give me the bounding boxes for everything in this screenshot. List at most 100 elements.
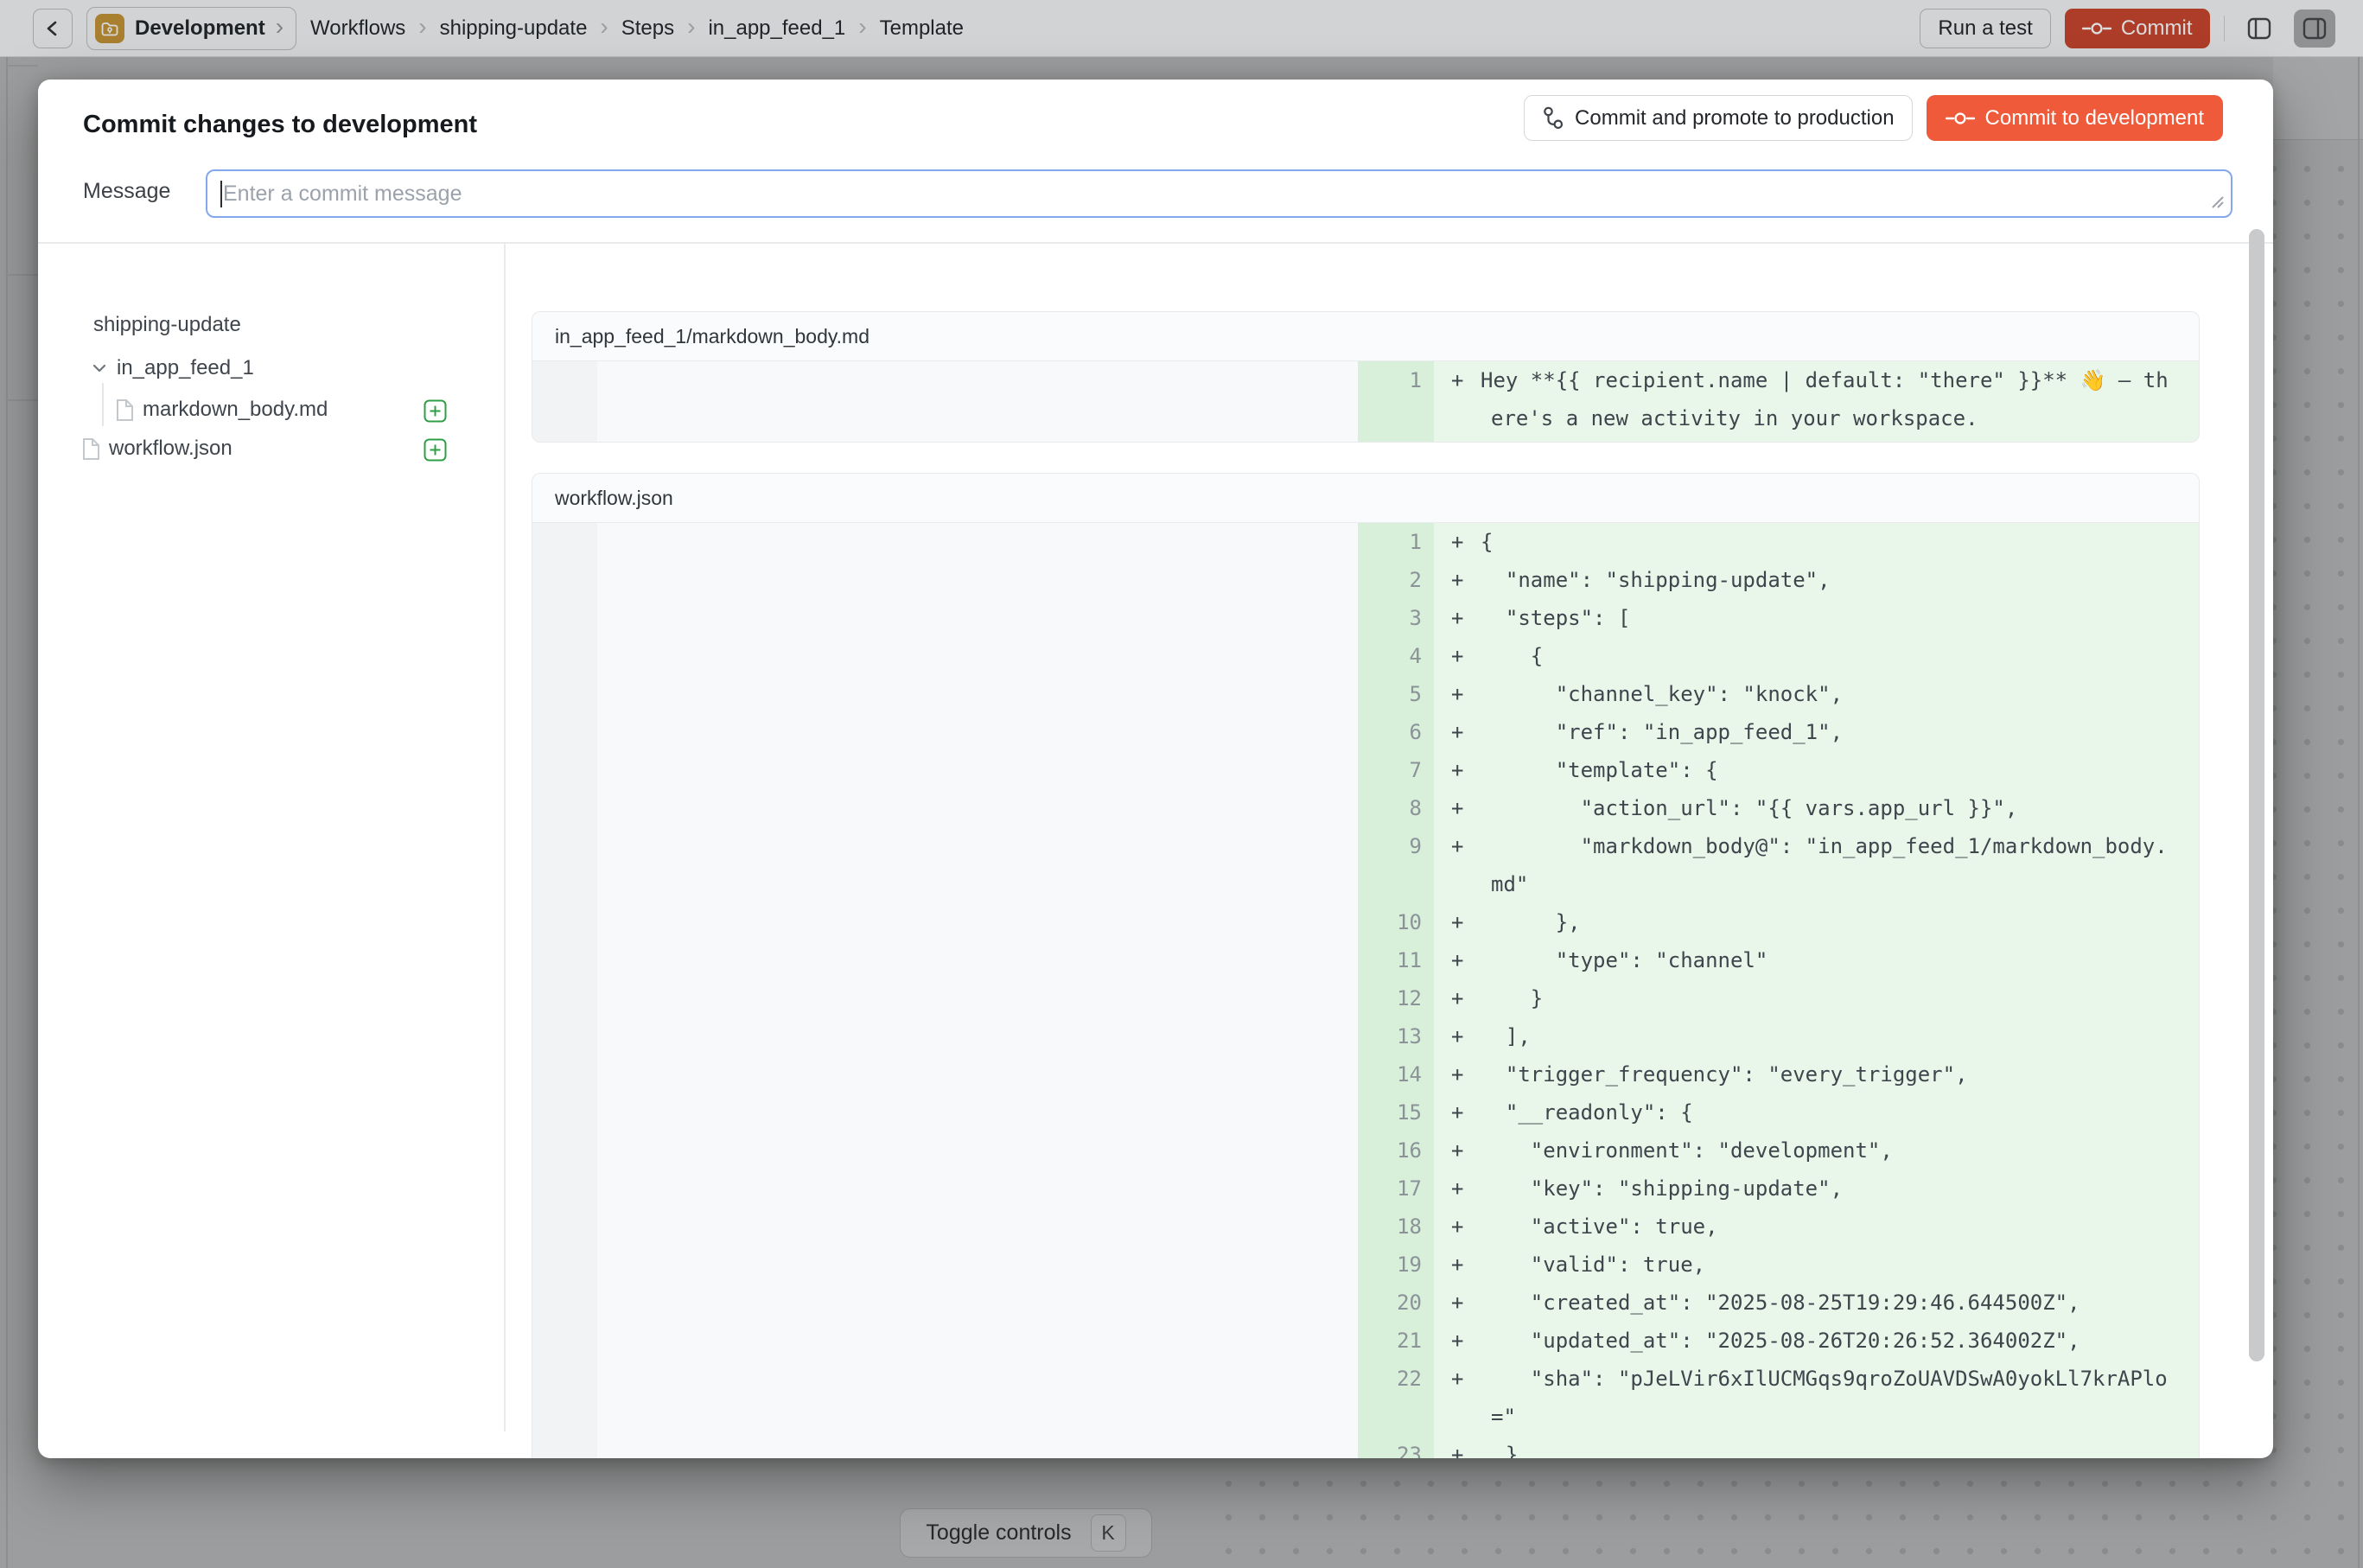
modal-scrollbar-thumb[interactable] xyxy=(2249,229,2264,1361)
diff-plus-marker: + xyxy=(1451,1360,1481,1398)
diff-added-content: + "type": "channel" xyxy=(1434,941,2199,979)
diff-added-content: + "valid": true, xyxy=(1434,1246,2199,1284)
diff-line-number: 16 xyxy=(1358,1131,1434,1170)
diff-line-text: + "name": "shipping-update", xyxy=(1451,561,2190,599)
diff-added-content: + "channel_key": "knock", xyxy=(1434,675,2199,713)
breadcrumb-item[interactable]: Template xyxy=(880,16,964,41)
diff-line: 9+ "markdown_body@": "in_app_feed_1/mark… xyxy=(532,827,2199,903)
commit-message-input[interactable] xyxy=(206,169,2232,218)
diff-line-number: 3 xyxy=(1358,599,1434,637)
background-right-panel-border xyxy=(2358,57,2360,1568)
diff-line: 18+ "active": true, xyxy=(532,1208,2199,1246)
diff-plus-marker: + xyxy=(1451,751,1481,789)
diff-line-text: + } xyxy=(1451,979,2190,1017)
diff-line: 13+ ], xyxy=(532,1017,2199,1055)
diff-line: 8+ "action_url": "{{ vars.app_url }}", xyxy=(532,789,2199,827)
diff-added-content: + { xyxy=(1434,637,2199,675)
diff-line-text: + "updated_at": "2025-08-26T20:26:52.364… xyxy=(1451,1322,2190,1360)
background-left-panel-border xyxy=(6,57,8,1568)
diff-line-text: + "environment": "development", xyxy=(1451,1131,2190,1170)
diff-line-number: 5 xyxy=(1358,675,1434,713)
diff-old-gutter xyxy=(532,1170,597,1208)
diff-line-number: 13 xyxy=(1358,1017,1434,1055)
diff-plus-marker: + xyxy=(1451,713,1481,751)
commit-to-development-button[interactable]: Commit to development xyxy=(1927,95,2223,141)
diff-line-text: + { xyxy=(1451,637,2190,675)
diff-added-content: + "steps": [ xyxy=(1434,599,2199,637)
diff-old-gutter xyxy=(532,827,597,903)
diff-old-content xyxy=(597,827,1358,903)
diff-line-text: + "type": "channel" xyxy=(1451,941,2190,979)
diff-line-number: 18 xyxy=(1358,1208,1434,1246)
diff-old-gutter xyxy=(532,1093,597,1131)
diff-line-number: 1 xyxy=(1358,361,1434,437)
tree-guide-line xyxy=(102,383,104,426)
diff-old-content xyxy=(597,1436,1358,1458)
diff-line: 3+ "steps": [ xyxy=(532,599,2199,637)
diff-old-gutter xyxy=(532,903,597,941)
diff-plus-marker: + xyxy=(1451,561,1481,599)
diff-line: 6+ "ref": "in_app_feed_1", xyxy=(532,713,2199,751)
toolbar-divider xyxy=(2224,16,2226,41)
toggle-right-panel-button[interactable] xyxy=(2294,10,2335,48)
toggle-controls-label: Toggle controls xyxy=(926,1520,1071,1546)
diff-plus-marker: + xyxy=(1451,1131,1481,1170)
diff-line-text: + "key": "shipping-update", xyxy=(1451,1170,2190,1208)
diff-added-content: + ], xyxy=(1434,1017,2199,1055)
diff-line: 16 + "environment": "development", xyxy=(532,1131,2199,1170)
breadcrumb-item[interactable]: shipping-update xyxy=(440,16,588,41)
environment-selector[interactable]: Development › xyxy=(86,7,296,50)
toggle-left-panel-button[interactable] xyxy=(2239,10,2280,48)
tree-folder-in-app-feed[interactable]: in_app_feed_1 xyxy=(90,356,254,380)
diff-line-number: 15 xyxy=(1358,1093,1434,1131)
diff-plus-marker: + xyxy=(1451,1208,1481,1246)
diff-line-text: + "valid": true, xyxy=(1451,1246,2190,1284)
diff-line: 21+ "updated_at": "2025-08-26T20:26:52.3… xyxy=(532,1322,2199,1360)
diff-old-content xyxy=(597,637,1358,675)
diff-old-content xyxy=(597,1017,1358,1055)
diff-added-content: + "name": "shipping-update", xyxy=(1434,561,2199,599)
diff-plus-marker: + xyxy=(1451,827,1481,865)
diff-plus-marker: + xyxy=(1451,1093,1481,1131)
diff-file-title: workflow.json xyxy=(532,474,2199,523)
tree-file-markdown-body[interactable]: markdown_body.md xyxy=(115,398,328,422)
breadcrumb-item[interactable]: Workflows xyxy=(310,16,405,41)
diff-line-number: 1 xyxy=(1358,523,1434,561)
diff-plus-marker: + xyxy=(1451,1284,1481,1322)
diff-plus-marker: + xyxy=(1451,1246,1481,1284)
diff-old-gutter xyxy=(532,713,597,751)
toggle-controls-button[interactable]: Toggle controls K xyxy=(900,1508,1152,1558)
diff-line-text: + "trigger_frequency": "every_trigger", xyxy=(1451,1055,2190,1093)
commit-and-promote-button[interactable]: Commit and promote to production xyxy=(1524,95,1913,141)
commit-button[interactable]: Commit xyxy=(2065,9,2210,48)
diff-line: 4+ { xyxy=(532,637,2199,675)
diff-added-content: + "key": "shipping-update", xyxy=(1434,1170,2199,1208)
run-test-button[interactable]: Run a test xyxy=(1920,9,2050,48)
diff-old-content xyxy=(597,1131,1358,1170)
diff-line-number: 11 xyxy=(1358,941,1434,979)
commit-icon xyxy=(1946,111,1975,126)
breadcrumb-item[interactable]: Steps xyxy=(621,16,674,41)
tree-file-workflow-json[interactable]: workflow.json xyxy=(81,437,232,461)
plus-square-icon xyxy=(424,438,447,462)
diff-added-content: + "action_url": "{{ vars.app_url }}", xyxy=(1434,789,2199,827)
diff-old-gutter xyxy=(532,1131,597,1170)
diff-line-number: 20 xyxy=(1358,1284,1434,1322)
diff-old-gutter xyxy=(532,941,597,979)
diff-line-number: 8 xyxy=(1358,789,1434,827)
diff-plus-marker: + xyxy=(1451,637,1481,675)
panel-right-icon xyxy=(2301,15,2328,42)
plus-square-icon xyxy=(424,399,447,423)
diff-old-content xyxy=(597,979,1358,1017)
diff-line-number: 7 xyxy=(1358,751,1434,789)
breadcrumb-separator-icon: › xyxy=(418,13,426,41)
breadcrumb-separator-icon: › xyxy=(600,13,608,41)
diff-line-number: 6 xyxy=(1358,713,1434,751)
diff-line-text: + }, xyxy=(1451,903,2190,941)
breadcrumb: Workflows›shipping-update›Steps›in_app_f… xyxy=(310,16,964,41)
diff-line-number: 9 xyxy=(1358,827,1434,903)
diff-added-content: + "template": { xyxy=(1434,751,2199,789)
diff-added-content: + "created_at": "2025-08-25T19:29:46.644… xyxy=(1434,1284,2199,1322)
back-button[interactable] xyxy=(33,9,73,48)
breadcrumb-item[interactable]: in_app_feed_1 xyxy=(708,16,845,41)
